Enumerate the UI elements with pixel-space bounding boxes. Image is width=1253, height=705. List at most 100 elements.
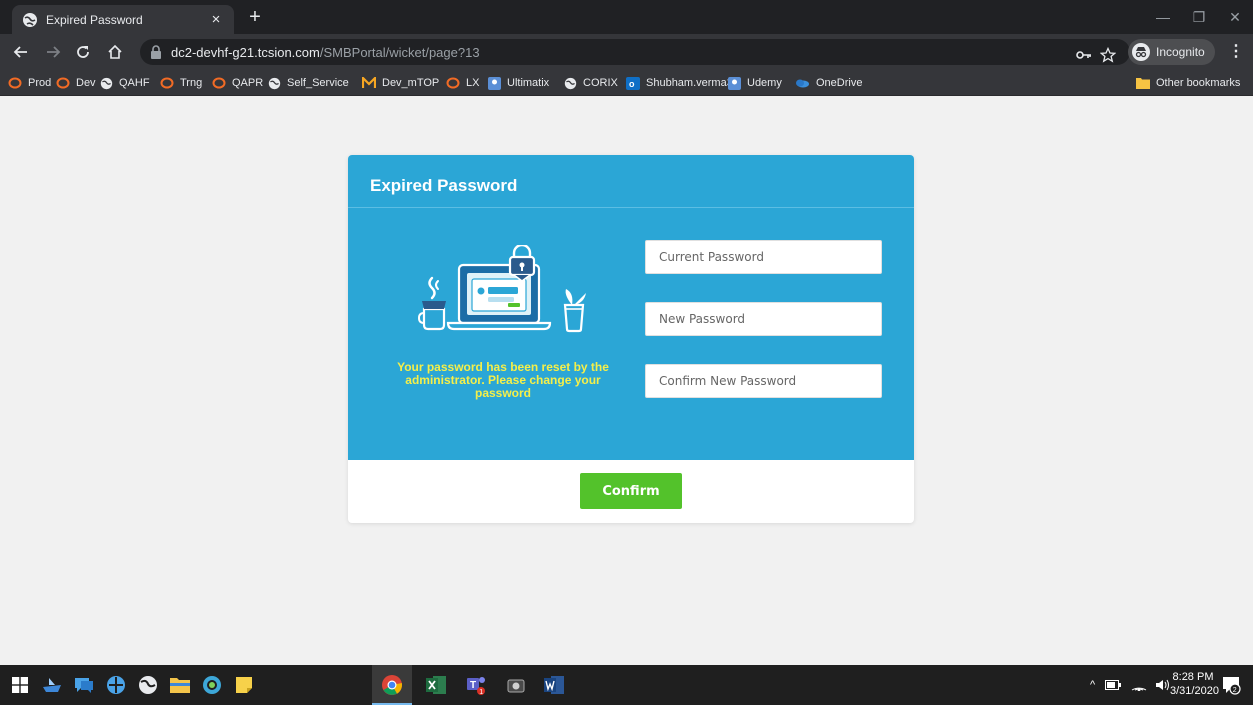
teams-icon: T1 <box>467 677 485 696</box>
windows-taskbar: T1 ^ 8:28 PM 3/31/2020 2 <box>0 665 1253 705</box>
arrow-left-icon <box>13 46 27 58</box>
app-icon <box>728 76 741 90</box>
other-bookmarks[interactable]: Other bookmarks <box>1136 74 1240 92</box>
oracle-icon <box>212 77 226 89</box>
key-icon[interactable] <box>1072 43 1096 67</box>
globe-icon <box>139 676 157 694</box>
outlook-icon: o <box>626 76 640 90</box>
bookmark-qapr[interactable]: QAPR <box>212 74 263 92</box>
back-button[interactable] <box>10 41 32 63</box>
app-icon <box>488 76 501 90</box>
new-password-field[interactable] <box>645 302 882 336</box>
browser-toolbar: dc2-devhf-g21.tcsion.com /SMBPortal/wick… <box>0 34 1253 70</box>
incognito-label: Incognito <box>1156 45 1205 59</box>
bookmark-lx[interactable]: LX <box>446 74 479 92</box>
volume-icon[interactable] <box>1155 679 1171 691</box>
taskbar-clock[interactable]: 8:28 PM 3/31/2020 <box>1170 670 1219 698</box>
bookmark-onedrive[interactable]: OneDrive <box>794 74 862 92</box>
bookmark-ultimatix[interactable]: Ultimatix <box>488 74 549 92</box>
home-icon <box>108 44 122 59</box>
arrow-right-icon <box>47 46 61 58</box>
taskbar-app-6[interactable] <box>200 673 224 697</box>
battery-icon[interactable] <box>1105 680 1122 690</box>
card-header-panel: Expired Password Your password has been … <box>348 155 914 460</box>
reload-icon <box>77 46 89 58</box>
taskbar-app-4[interactable] <box>136 673 160 697</box>
taskbar-excel[interactable] <box>424 673 448 697</box>
taskbar-app-2[interactable] <box>72 673 96 697</box>
camera-icon <box>507 679 525 693</box>
minimize-button[interactable]: — <box>1145 0 1181 34</box>
taskbar-app-camera[interactable] <box>504 673 528 697</box>
oracle-icon <box>8 77 22 89</box>
browser-tabstrip: Expired Password × + — ❐ ✕ <box>0 0 1253 34</box>
url-path: /SMBPortal/wicket/page?13 <box>319 44 480 60</box>
lock-icon <box>151 45 161 59</box>
svg-text:T: T <box>470 680 476 691</box>
restore-button[interactable]: ❐ <box>1181 0 1217 34</box>
page-title: Expired Password <box>370 176 518 195</box>
browser-tab[interactable]: Expired Password × <box>12 5 234 34</box>
bookmarks-bar: Prod Dev QAHF Trng QAPR Self_Service Dev… <box>0 70 1253 96</box>
tab-close-icon[interactable]: × <box>208 11 224 28</box>
notification-count: 2 <box>1233 687 1237 694</box>
taskbar-teams[interactable]: T1 <box>464 673 488 697</box>
home-button[interactable] <box>104 41 126 63</box>
chrome-icon <box>382 675 402 695</box>
globe-icon <box>268 77 281 89</box>
incognito-icon <box>1132 43 1150 61</box>
sticky-note-icon <box>236 677 252 693</box>
chat-icon <box>75 678 93 693</box>
taskbar-sticky-notes[interactable] <box>232 673 256 697</box>
close-window-button[interactable]: ✕ <box>1217 0 1253 34</box>
word-icon <box>544 676 564 694</box>
system-tray: ^ <box>1090 665 1171 705</box>
taskbar-word[interactable] <box>542 673 566 697</box>
bookmark-dev-mtop[interactable]: Dev_mTOP <box>362 74 439 92</box>
new-tab-button[interactable]: + <box>244 7 266 29</box>
bookmark-trng[interactable]: Trng <box>160 74 202 92</box>
bookmark-corix[interactable]: CORIX <box>564 74 618 92</box>
windows-icon <box>12 677 28 693</box>
reload-button[interactable] <box>72 41 94 63</box>
folder-icon <box>170 678 190 693</box>
taskbar-app-1[interactable] <box>40 673 64 697</box>
current-password-field[interactable] <box>645 240 882 274</box>
bookmark-shubham[interactable]: o Shubham.verma3 <box>626 74 733 92</box>
divider <box>348 207 914 208</box>
svg-text:1: 1 <box>479 689 483 696</box>
bookmark-self-service[interactable]: Self_Service <box>268 74 349 92</box>
taskbar-file-explorer[interactable] <box>168 673 192 697</box>
taskbar-chrome[interactable] <box>380 673 404 697</box>
browser-menu-button[interactable]: ⋮ <box>1226 42 1246 62</box>
window-controls: — ❐ ✕ <box>1145 0 1253 34</box>
omnibox-actions <box>1072 43 1120 67</box>
address-bar[interactable]: dc2-devhf-g21.tcsion.com /SMBPortal/wick… <box>140 39 1130 65</box>
notification-icon: 2 <box>1223 677 1241 695</box>
clock-date: 3/31/2020 <box>1170 685 1219 697</box>
forward-button[interactable] <box>42 41 64 63</box>
wifi-icon[interactable] <box>1131 679 1147 691</box>
mail-icon <box>362 77 376 88</box>
bookmark-star-icon[interactable] <box>1096 43 1120 67</box>
folder-icon <box>1136 78 1150 89</box>
excel-icon <box>426 676 446 694</box>
expired-password-card: Expired Password Your password has been … <box>348 155 914 523</box>
globe-icon <box>564 77 577 89</box>
confirm-password-field[interactable] <box>645 364 882 398</box>
bookmark-prod[interactable]: Prod <box>8 74 51 92</box>
oracle-icon <box>160 77 174 89</box>
bookmark-udemy[interactable]: Udemy <box>728 74 782 92</box>
taskbar-app-3[interactable] <box>104 673 128 697</box>
bookmark-qahf[interactable]: QAHF <box>100 74 150 92</box>
notifications-button[interactable]: 2 <box>1220 674 1242 696</box>
start-button[interactable] <box>8 673 32 697</box>
bookmark-dev[interactable]: Dev <box>56 74 96 92</box>
incognito-badge[interactable]: Incognito <box>1128 39 1215 65</box>
network-app-icon <box>107 676 125 694</box>
tray-chevron-icon[interactable]: ^ <box>1090 679 1095 691</box>
clock-time: 8:28 PM <box>1172 671 1214 683</box>
confirm-button[interactable]: Confirm <box>580 473 682 509</box>
globe-icon <box>23 12 37 27</box>
ship-app-icon <box>43 678 61 692</box>
